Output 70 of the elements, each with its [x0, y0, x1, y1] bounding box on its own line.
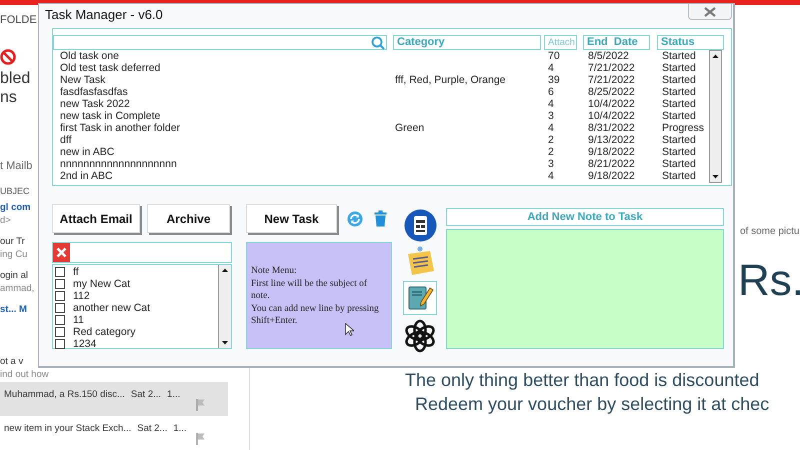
- checkbox[interactable]: [55, 279, 65, 289]
- category-label[interactable]: 11: [73, 314, 84, 326]
- checkbox[interactable]: [55, 303, 65, 313]
- task-row[interactable]: Old test task deferred 4 7/21/2022 Started: [53, 62, 708, 74]
- mail-preview[interactable]: ind out how: [0, 368, 49, 381]
- category-label[interactable]: 1234: [73, 338, 96, 350]
- close-button[interactable]: [688, 4, 732, 20]
- task-row[interactable]: dff 2 9/13/2022 Started: [53, 134, 708, 146]
- caption-text: of some pictu: [740, 225, 800, 238]
- ribbon-tab[interactable]: FOLDE: [0, 13, 37, 27]
- task-row[interactable]: new Task 2022 4 10/4/2022 Started: [53, 98, 708, 110]
- mail-preview[interactable]: ammad,: [0, 282, 34, 295]
- note-help-text: First line will be the subject of note.: [251, 278, 368, 302]
- fax-machine-icon[interactable]: [404, 209, 436, 242]
- mail-subject[interactable]: ot a v: [0, 355, 24, 368]
- refresh-icon[interactable]: [347, 210, 363, 226]
- note-input-field[interactable]: [446, 229, 724, 349]
- task-row[interactable]: fasdfasfasdfas 6 8/25/2022 Started: [53, 86, 708, 98]
- interlaced-loops-icon[interactable]: [403, 319, 437, 353]
- mail-preview[interactable]: d>: [0, 214, 11, 227]
- checkbox[interactable]: [55, 291, 65, 301]
- category-filter-field[interactable]: [52, 242, 232, 263]
- mail-subject[interactable]: ogin al: [0, 269, 28, 282]
- promo-text: Redeem your voucher by selecting it at chec: [415, 393, 770, 416]
- category-label[interactable]: another new Cat: [73, 302, 150, 314]
- note-menu-panel[interactable]: Note Menu: First line will be the subject of note. You can add new line by pressing Shift+Enter.: [246, 242, 392, 349]
- search-field[interactable]: [53, 35, 387, 50]
- column-header: UBJEC: [0, 186, 30, 197]
- cursor-icon: [345, 323, 354, 336]
- category-label[interactable]: my New Cat: [73, 278, 130, 290]
- ribbon-button[interactable]: bled ns: [0, 69, 30, 107]
- promo-text: The only thing better than food is discounted: [405, 369, 760, 392]
- flag-icon[interactable]: [196, 432, 206, 445]
- attach-email-button[interactable]: Attach Email: [52, 204, 140, 233]
- amount-heading: Rs.: [738, 256, 800, 306]
- checkbox[interactable]: [55, 339, 65, 349]
- mail-subject[interactable]: gl com: [0, 201, 31, 214]
- notebook-pencil-icon[interactable]: [403, 281, 437, 315]
- task-row[interactable]: first Task in another folder Green 4 8/31/2022 Progress: [53, 122, 708, 134]
- mail-preview[interactable]: ing Cu: [0, 248, 28, 261]
- new-task-button[interactable]: New Task: [246, 204, 337, 233]
- window-title: Task Manager - v6.0: [44, 6, 163, 23]
- category-label[interactable]: 112: [73, 290, 90, 302]
- mail-subject[interactable]: our Tr: [0, 235, 25, 248]
- task-row[interactable]: new task in Complete 3 10/4/2022 Started: [53, 110, 708, 122]
- scrollbar[interactable]: [709, 50, 722, 183]
- category-label[interactable]: Red category: [73, 326, 136, 338]
- message-row[interactable]: Muhammad, a Rs.150 disc... Sat 2... 1...: [0, 382, 228, 416]
- trash-icon[interactable]: [374, 210, 387, 227]
- task-row[interactable]: new in ABC 2 9/18/2022 Started: [53, 146, 708, 158]
- close-icon: [703, 6, 717, 16]
- checkbox[interactable]: [55, 327, 65, 337]
- close-icon: [56, 247, 67, 258]
- checkbox[interactable]: [55, 267, 65, 277]
- category-label[interactable]: ff: [73, 266, 79, 278]
- folder-label[interactable]: t Mailb: [0, 159, 32, 173]
- task-row[interactable]: 2nd in ABC 4 9/18/2022 Started: [53, 170, 708, 182]
- scrollbar[interactable]: [218, 265, 231, 348]
- task-row[interactable]: New Task fff, Red, Purple, Orange 39 7/21/2022 Started: [53, 74, 708, 86]
- search-icon: [371, 36, 385, 50]
- mail-subject[interactable]: st... M: [0, 303, 27, 316]
- task-row[interactable]: Old task one 70 8/5/2022 Started: [53, 50, 708, 62]
- checkbox[interactable]: [55, 315, 65, 325]
- archive-button[interactable]: Archive: [147, 204, 230, 233]
- task-row[interactable]: nnnnnnnnnnnnnnnnnnnn 3 8/21/2022 Started: [53, 158, 708, 170]
- note-help-text: Note Menu:: [251, 265, 298, 278]
- note-help-text: You can add new line by pressing Shift+Enter.: [251, 302, 380, 328]
- note-panel-title: Add New Note to Task: [446, 208, 724, 226]
- prohibited-icon: [0, 49, 16, 65]
- clear-button[interactable]: [53, 243, 70, 262]
